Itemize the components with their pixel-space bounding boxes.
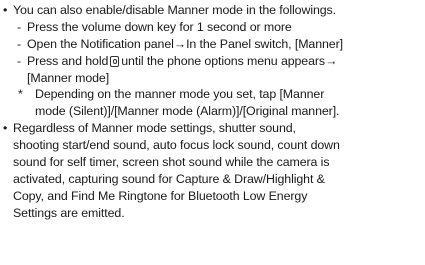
bullet-item-manner-mode: • You can also enable/disable Manner mod… <box>0 2 425 19</box>
manual-notes: • You can also enable/disable Manner mod… <box>0 2 425 222</box>
sub-item-notification-panel: - Open the Notification panel→In the Pane… <box>0 36 425 53</box>
dash-marker: - <box>17 36 22 51</box>
sub-item-text: Open the Notification panel→In the Panel… <box>27 36 343 51</box>
sub-item-power-key-continued: [Manner mode] <box>0 70 425 87</box>
bullet-text-continued: activated, capturing sound for Capture &… <box>0 171 425 188</box>
sub-item-power-key: - Press and hold until the phone options m… <box>0 53 425 70</box>
bullet-text-continued: Settings are emitted. <box>0 205 425 222</box>
sub-item-text: Press the volume down key for 1 second o… <box>27 19 292 34</box>
bullet-text: Regardless of Manner mode settings, shut… <box>13 121 296 136</box>
sub-item-volume-key: - Press the volume down key for 1 second … <box>0 19 425 36</box>
bullet-text: sound for self timer, screen shot sound … <box>13 155 330 170</box>
bullet-text: Copy, and Find Me Ringtone for Bluetooth… <box>13 188 308 203</box>
sub-item-text: [Manner mode] <box>27 70 110 85</box>
bullet-text: Settings are emitted. <box>13 205 125 220</box>
sub-item-text-after: until the phone options menu appears→ <box>121 53 338 68</box>
bullet-icon: • <box>3 121 8 136</box>
note-manner-mode: * Depending on the manner mode you set, t… <box>0 86 425 103</box>
note-text: mode (Silent)]/[Manner mode (Alarm)]/[Or… <box>35 104 340 119</box>
power-key-icon <box>110 55 120 67</box>
sub-item-text-before: Press and hold <box>27 53 109 68</box>
asterisk-marker: * <box>18 87 23 102</box>
bullet-text: activated, capturing sound for Capture &… <box>13 171 325 186</box>
note-manner-mode-continued: mode (Silent)]/[Manner mode (Alarm)]/[Or… <box>0 103 425 120</box>
bullet-icon: • <box>3 3 8 17</box>
note-text: Depending on the manner mode you set, ta… <box>35 87 325 102</box>
dash-marker: - <box>17 53 22 68</box>
bullet-item-emitted-sounds: • Regardless of Manner mode settings, sh… <box>0 120 425 137</box>
bullet-text: You can also enable/disable Manner mode … <box>13 3 336 17</box>
bullet-text-continued: sound for self timer, screen shot sound … <box>0 154 425 171</box>
dash-marker: - <box>17 19 22 34</box>
bullet-text-continued: Copy, and Find Me Ringtone for Bluetooth… <box>0 188 425 205</box>
bullet-text: shooting start/end sound, auto focus loc… <box>13 138 340 153</box>
bullet-text-continued: shooting start/end sound, auto focus loc… <box>0 137 425 154</box>
